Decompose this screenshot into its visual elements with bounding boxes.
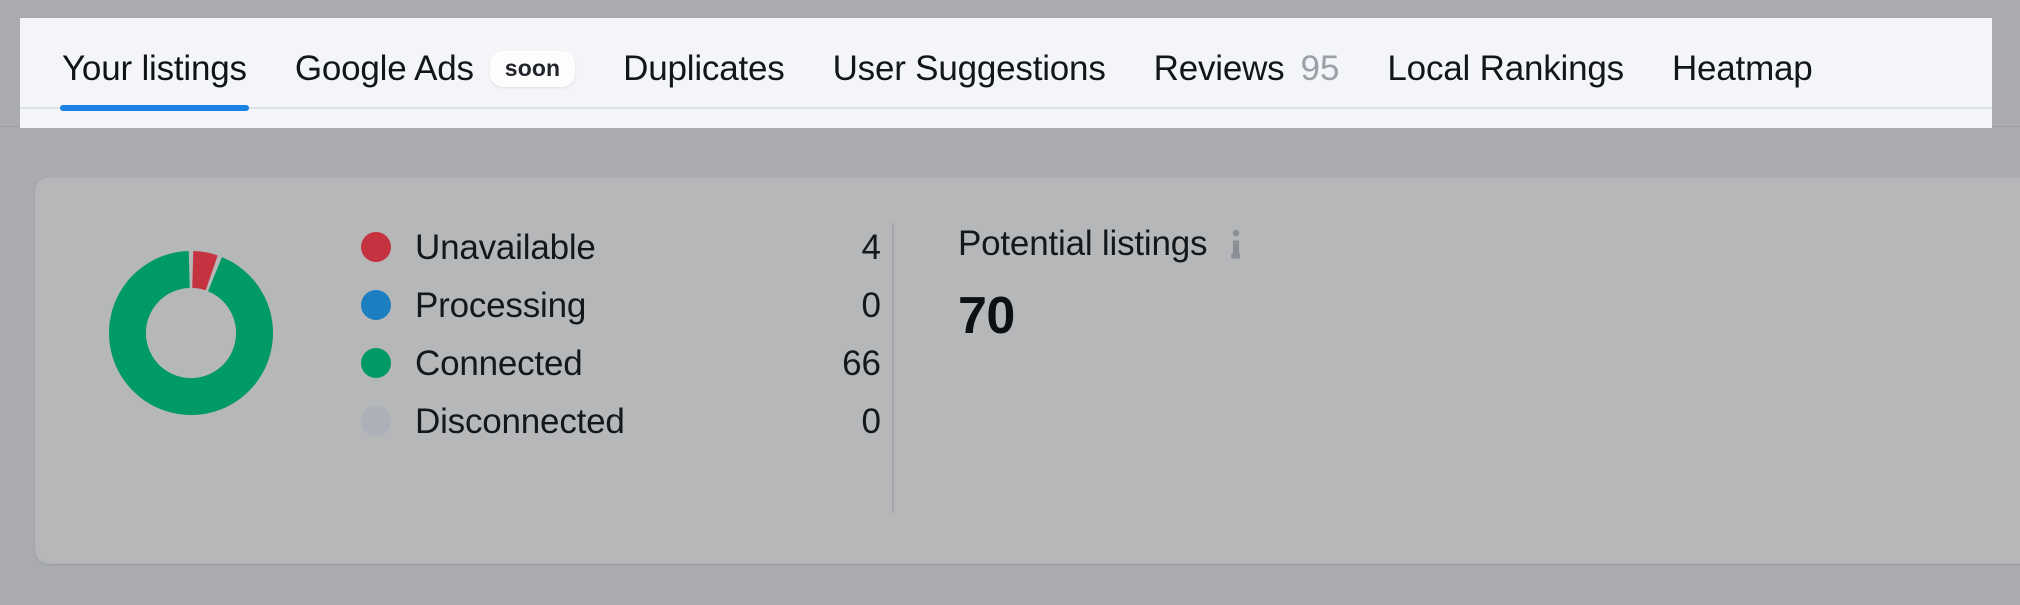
tabbar-items: Your listings Google Ads soon Duplicates Use… — [20, 18, 1837, 127]
tab-label: User Suggestions — [832, 49, 1106, 88]
tab-local-rankings[interactable]: Local Rankings — [1363, 18, 1648, 127]
legend-label: Unavailable — [415, 227, 596, 267]
legend-color-dot — [361, 232, 391, 262]
tab-active-underline — [60, 105, 249, 111]
legend-color-dot — [361, 406, 391, 436]
legend-row: Unavailable 4 — [361, 218, 881, 276]
tab-label: Duplicates — [623, 49, 785, 88]
tab-badge-soon: soon — [489, 50, 576, 87]
potential-listings-block: Potential listings 70 — [958, 218, 1247, 342]
potential-listings-value: 70 — [958, 287, 1015, 345]
legend-label: Processing — [415, 285, 587, 325]
card-vertical-divider — [892, 223, 894, 513]
tab-reviews[interactable]: Reviews 95 — [1130, 18, 1364, 127]
tab-count: 95 — [1300, 49, 1340, 88]
legend-label: Disconnected — [415, 401, 625, 441]
tab-label: Your listings — [62, 49, 247, 88]
legend-row: Connected 66 — [361, 334, 881, 392]
legend-row: Disconnected 0 — [361, 392, 881, 450]
tab-your-listings[interactable]: Your listings — [38, 18, 271, 127]
listings-summary-card: Unavailable 4 Processing 0 Connected 66 Discon… — [35, 177, 2020, 564]
tab-label: Heatmap — [1671, 49, 1813, 88]
legend-color-dot — [361, 290, 391, 320]
tab-label: Google Ads — [294, 49, 474, 88]
tab-heatmap[interactable]: Heatmap — [1648, 18, 1837, 127]
legend-value: 66 — [842, 343, 881, 383]
tab-user-suggestions[interactable]: User Suggestions — [809, 18, 1130, 127]
tab-label: Local Rankings — [1387, 49, 1624, 88]
tab-google-ads[interactable]: Google Ads soon — [271, 18, 599, 127]
legend-value: 0 — [861, 285, 881, 325]
legend-value: 4 — [861, 227, 881, 267]
legend-color-dot — [361, 348, 391, 378]
listings-tabbar: Your listings Google Ads soon Duplicates Use… — [20, 18, 1992, 128]
tab-label: Reviews — [1153, 49, 1285, 88]
tab-duplicates[interactable]: Duplicates — [599, 18, 808, 127]
legend-row: Processing 0 — [361, 276, 881, 334]
info-icon[interactable] — [1225, 229, 1247, 259]
legend-label: Connected — [415, 343, 583, 383]
legend-value: 0 — [861, 401, 881, 441]
potential-listings-title: Potential listings — [958, 223, 1208, 263]
listings-status-legend: Unavailable 4 Processing 0 Connected 66 Discon… — [361, 218, 881, 450]
listings-status-donut-chart — [81, 223, 301, 443]
donut-slice-connected — [108, 251, 274, 415]
